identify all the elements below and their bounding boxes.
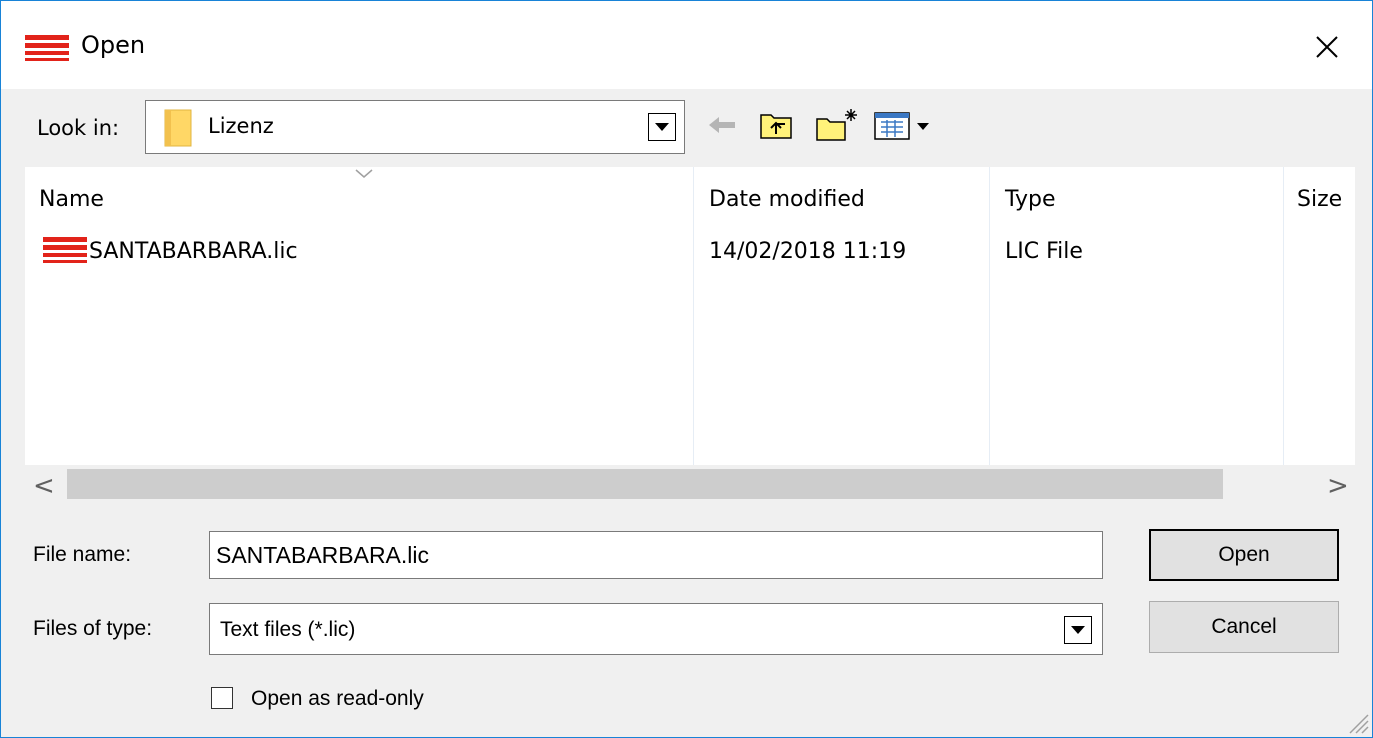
- read-only-checkbox[interactable]: [211, 687, 233, 709]
- column-header-date-modified[interactable]: Date modified: [709, 187, 865, 212]
- title-bar: Open: [1, 1, 1372, 89]
- look-in-dropdown-button[interactable]: [648, 113, 676, 141]
- up-folder-icon[interactable]: [757, 107, 797, 143]
- column-divider[interactable]: [1283, 167, 1284, 465]
- red-stripes-icon: [43, 237, 87, 263]
- column-header-size[interactable]: Size: [1297, 187, 1342, 212]
- file-name-input[interactable]: [214, 536, 1094, 574]
- look-in-combobox[interactable]: Lizenz: [145, 100, 685, 154]
- open-dialog: Open Look in: Lizenz Name Date modified …: [0, 0, 1373, 738]
- chevron-down-icon: [655, 123, 669, 131]
- horizontal-scrollbar[interactable]: < >: [25, 465, 1355, 503]
- red-stripes-icon: [25, 35, 69, 61]
- file-name-cell[interactable]: SANTABARBARA.lic: [89, 239, 298, 264]
- back-arrow-icon[interactable]: [705, 107, 739, 143]
- column-divider[interactable]: [989, 167, 990, 465]
- open-button[interactable]: Open: [1149, 529, 1339, 581]
- sort-indicator-icon: [355, 169, 373, 178]
- new-folder-icon[interactable]: [813, 107, 861, 143]
- column-header-name[interactable]: Name: [39, 187, 104, 212]
- look-in-label: Look in:: [37, 116, 120, 140]
- scrollbar-thumb[interactable]: [67, 469, 1223, 499]
- look-in-value: Lizenz: [208, 114, 274, 138]
- column-header-type[interactable]: Type: [1005, 187, 1056, 212]
- read-only-label[interactable]: Open as read-only: [251, 687, 424, 711]
- close-button[interactable]: [1297, 21, 1357, 73]
- view-menu-icon[interactable]: [873, 107, 935, 143]
- files-of-type-combobox[interactable]: Text files (*.lic): [209, 603, 1103, 655]
- files-of-type-label: Files of type:: [33, 617, 153, 640]
- scroll-right-button[interactable]: >: [1327, 471, 1349, 501]
- date-modified-cell: 14/02/2018 11:19: [709, 239, 907, 264]
- files-of-type-value: Text files (*.lic): [220, 618, 356, 641]
- file-list[interactable]: Name Date modified Type Size SANTABARBAR…: [25, 167, 1355, 465]
- files-of-type-dropdown-button[interactable]: [1064, 616, 1092, 644]
- cancel-button[interactable]: Cancel: [1149, 601, 1339, 653]
- type-cell: LIC File: [1005, 239, 1083, 264]
- file-name-field[interactable]: [209, 531, 1103, 579]
- scroll-left-button[interactable]: <: [33, 471, 55, 501]
- file-name-label: File name:: [33, 543, 132, 566]
- resize-grip-icon[interactable]: [1346, 711, 1370, 735]
- folder-icon: [164, 109, 192, 147]
- chevron-down-icon: [1071, 626, 1085, 634]
- window-title: Open: [81, 31, 146, 59]
- close-icon: [1316, 36, 1338, 58]
- column-divider[interactable]: [693, 167, 694, 465]
